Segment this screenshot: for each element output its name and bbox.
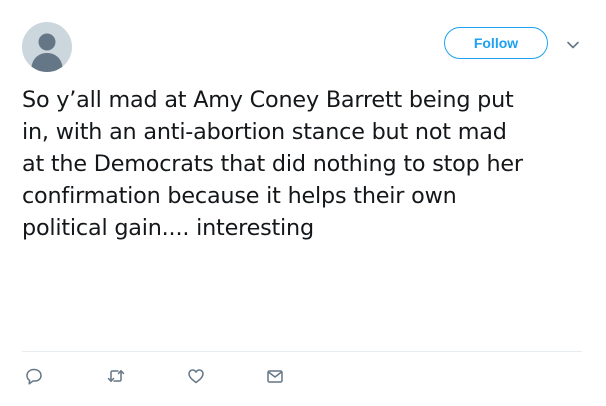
reply-icon [26,368,42,385]
avatar[interactable] [22,22,72,72]
reply-button[interactable] [24,366,44,386]
chevron-down-icon[interactable] [565,37,581,53]
follow-button[interactable]: Follow [444,27,548,59]
retweet-button[interactable] [106,366,126,386]
tweet-text-line: confirmation because it helps their own [22,183,457,209]
tweet-text-line: at the Democrats that did nothing to sto… [22,151,523,177]
envelope-icon [267,370,283,383]
tweet-text-line: in, with an anti-abortion stance but not… [22,119,507,145]
tweet-card: Follow So y’all mad at Amy Coney Barrett… [0,0,606,406]
tweet-text-line: political gain.... interesting [22,215,314,241]
tweet-text-line: So y’all mad at Amy Coney Barrett being … [22,87,514,113]
like-button[interactable] [186,366,206,386]
tweet-text: So y’all mad at Amy Coney Barrett being … [22,84,582,244]
heart-icon [188,369,204,384]
retweet-icon [107,370,125,382]
default-profile-icon [22,22,72,72]
direct-message-button[interactable] [265,366,285,386]
divider [22,351,582,352]
